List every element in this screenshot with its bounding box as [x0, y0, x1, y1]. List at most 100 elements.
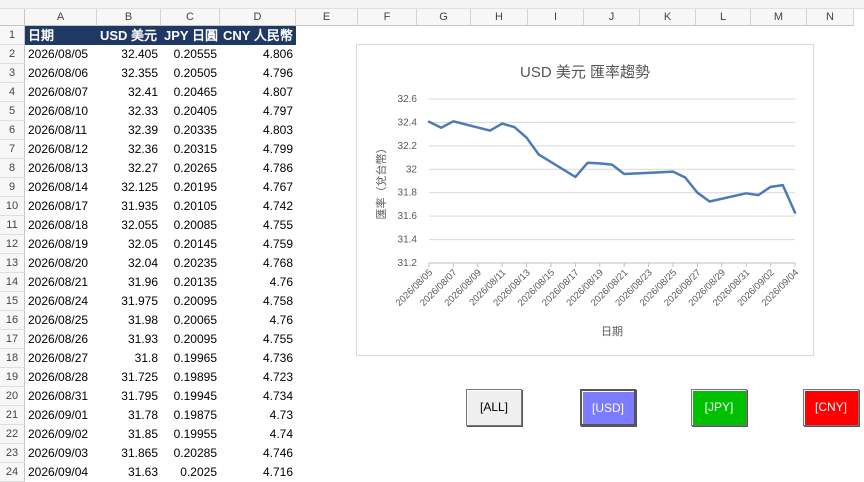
table-cell[interactable]: 0.20085	[161, 216, 220, 235]
table-cell[interactable]: 4.723	[220, 368, 296, 387]
table-cell[interactable]: 0.20505	[161, 64, 220, 83]
table-cell[interactable]: 4.73	[220, 406, 296, 425]
row-header[interactable]: 16	[0, 311, 25, 330]
column-header[interactable]: I	[528, 9, 584, 26]
table-cell[interactable]: 0.20195	[161, 178, 220, 197]
table-cell[interactable]: 2026/09/03	[25, 444, 97, 463]
table-cell[interactable]: 2026/08/21	[25, 273, 97, 292]
table-cell[interactable]: 32.36	[97, 140, 161, 159]
table-cell[interactable]: 4.799	[220, 140, 296, 159]
table-cell[interactable]: 31.96	[97, 273, 161, 292]
column-header[interactable]: A	[25, 9, 97, 26]
table-cell[interactable]: 2026/08/25	[25, 311, 97, 330]
header-cell-usd[interactable]: USD 美元	[97, 26, 161, 45]
table-cell[interactable]: 4.74	[220, 425, 296, 444]
row-header[interactable]: 2	[0, 45, 25, 64]
column-header[interactable]: H	[471, 9, 528, 26]
table-cell[interactable]: 32.41	[97, 83, 161, 102]
table-cell[interactable]: 31.93	[97, 330, 161, 349]
table-cell[interactable]: 0.20135	[161, 273, 220, 292]
table-cell[interactable]: 0.19945	[161, 387, 220, 406]
table-cell[interactable]: 2026/08/06	[25, 64, 97, 83]
table-cell[interactable]: 32.355	[97, 64, 161, 83]
table-cell[interactable]: 31.865	[97, 444, 161, 463]
table-cell[interactable]: 2026/08/18	[25, 216, 97, 235]
table-cell[interactable]: 31.78	[97, 406, 161, 425]
table-cell[interactable]: 0.20405	[161, 102, 220, 121]
usd-trend-chart[interactable]: USD 美元 匯率趨勢 31.2 31.4 31.6 31.8 32 32.2 32.4 32.…	[356, 44, 814, 356]
header-cell-jpy[interactable]: JPY 日圓	[161, 26, 220, 45]
table-cell[interactable]: 2026/08/28	[25, 368, 97, 387]
column-header[interactable]: M	[751, 9, 807, 26]
row-header[interactable]: 20	[0, 387, 25, 406]
row-header[interactable]: 13	[0, 254, 25, 273]
table-cell[interactable]: 4.76	[220, 311, 296, 330]
table-cell[interactable]: 0.20145	[161, 235, 220, 254]
table-cell[interactable]: 0.20095	[161, 292, 220, 311]
table-cell[interactable]: 4.742	[220, 197, 296, 216]
table-cell[interactable]: 4.758	[220, 292, 296, 311]
table-cell[interactable]: 32.05	[97, 235, 161, 254]
table-cell[interactable]: 4.803	[220, 121, 296, 140]
table-cell[interactable]: 0.20065	[161, 311, 220, 330]
row-header[interactable]: 9	[0, 178, 25, 197]
table-cell[interactable]: 2026/08/27	[25, 349, 97, 368]
row-header[interactable]: 17	[0, 330, 25, 349]
table-cell[interactable]: 2026/09/04	[25, 463, 97, 482]
table-cell[interactable]: 0.20335	[161, 121, 220, 140]
table-cell[interactable]: 0.20555	[161, 45, 220, 64]
table-cell[interactable]: 31.795	[97, 387, 161, 406]
table-cell[interactable]: 31.8	[97, 349, 161, 368]
row-header[interactable]: 6	[0, 121, 25, 140]
show-jpy-button[interactable]: [JPY]	[691, 389, 747, 426]
row-header[interactable]: 8	[0, 159, 25, 178]
table-cell[interactable]: 4.807	[220, 83, 296, 102]
table-cell[interactable]: 4.76	[220, 273, 296, 292]
row-header[interactable]: 12	[0, 235, 25, 254]
row-header[interactable]: 4	[0, 83, 25, 102]
table-cell[interactable]: 0.2025	[161, 463, 220, 482]
table-cell[interactable]: 0.20465	[161, 83, 220, 102]
table-cell[interactable]: 0.20315	[161, 140, 220, 159]
table-cell[interactable]: 32.125	[97, 178, 161, 197]
table-cell[interactable]: 2026/08/31	[25, 387, 97, 406]
row-header[interactable]: 21	[0, 406, 25, 425]
table-cell[interactable]: 4.746	[220, 444, 296, 463]
column-header[interactable]: E	[296, 9, 358, 26]
row-header[interactable]: 18	[0, 349, 25, 368]
table-cell[interactable]: 0.19895	[161, 368, 220, 387]
table-cell[interactable]: 4.768	[220, 254, 296, 273]
row-header[interactable]: 22	[0, 425, 25, 444]
column-header[interactable]: N	[807, 9, 854, 26]
row-header[interactable]: 15	[0, 292, 25, 311]
table-cell[interactable]: 0.19965	[161, 349, 220, 368]
table-cell[interactable]: 4.767	[220, 178, 296, 197]
table-cell[interactable]: 0.19875	[161, 406, 220, 425]
table-cell[interactable]: 4.797	[220, 102, 296, 121]
table-cell[interactable]: 32.405	[97, 45, 161, 64]
table-cell[interactable]: 0.20095	[161, 330, 220, 349]
table-cell[interactable]: 2026/08/14	[25, 178, 97, 197]
table-cell[interactable]: 2026/08/07	[25, 83, 97, 102]
table-cell[interactable]: 4.806	[220, 45, 296, 64]
table-cell[interactable]: 2026/08/13	[25, 159, 97, 178]
table-cell[interactable]: 31.85	[97, 425, 161, 444]
row-header[interactable]: 19	[0, 368, 25, 387]
table-cell[interactable]: 2026/08/20	[25, 254, 97, 273]
table-cell[interactable]: 0.20285	[161, 444, 220, 463]
show-cny-button[interactable]: [CNY]	[803, 389, 859, 426]
table-cell[interactable]: 32.39	[97, 121, 161, 140]
column-header[interactable]: L	[696, 9, 751, 26]
table-cell[interactable]: 0.20105	[161, 197, 220, 216]
table-cell[interactable]: 4.716	[220, 463, 296, 482]
table-cell[interactable]: 32.27	[97, 159, 161, 178]
row-header[interactable]: 7	[0, 140, 25, 159]
table-cell[interactable]: 4.759	[220, 235, 296, 254]
table-cell[interactable]: 2026/08/19	[25, 235, 97, 254]
table-cell[interactable]: 31.98	[97, 311, 161, 330]
table-cell[interactable]: 2026/08/17	[25, 197, 97, 216]
row-header[interactable]: 24	[0, 463, 25, 482]
table-cell[interactable]: 32.055	[97, 216, 161, 235]
table-cell[interactable]: 32.04	[97, 254, 161, 273]
header-cell-date[interactable]: 日期	[25, 26, 97, 45]
